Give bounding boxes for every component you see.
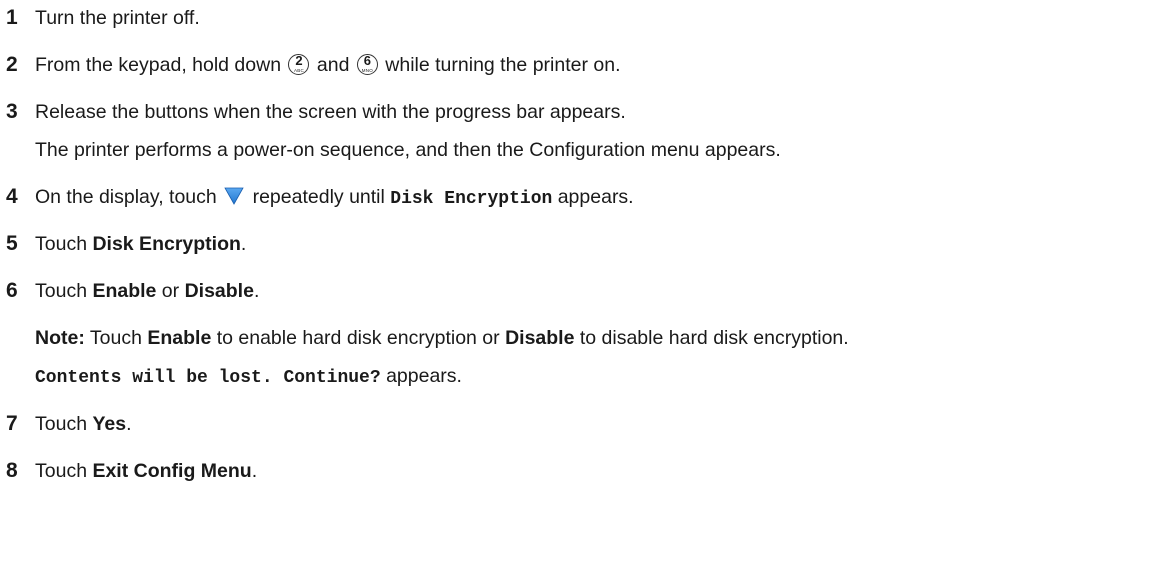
text-run: .	[240, 233, 247, 255]
key-letters: ABC	[294, 68, 304, 73]
step-number: 3	[6, 100, 18, 123]
text-run: Touch	[35, 280, 93, 302]
step-text: From the keypad, hold down 2 ABC and 6 MNO…	[35, 53, 621, 77]
keypad-6-icon: 6 MNO	[356, 53, 378, 75]
text-run: and	[311, 54, 355, 76]
text-run: appears.	[380, 365, 462, 387]
bold-term: Enable	[92, 280, 157, 302]
step-text: On the display, touch repeatedly until D…	[35, 185, 634, 211]
step-text: Touch Enable or Disable.	[35, 279, 259, 303]
keypad-2-icon: 2 ABC	[288, 53, 310, 75]
bold-term: Note:	[35, 327, 85, 349]
step-number: 6	[6, 279, 18, 302]
text-run: From the keypad, hold down	[35, 54, 287, 76]
step-number: 5	[6, 232, 18, 255]
text-run: repeatedly until	[247, 186, 391, 208]
bold-term: Yes	[92, 413, 127, 435]
step-number: 2	[6, 53, 18, 76]
text-run: Touch	[84, 327, 148, 349]
text-run: to disable hard disk encryption.	[574, 327, 849, 349]
display-message: Contents will be lost. Continue?	[35, 368, 381, 388]
key-letters: MNO	[361, 68, 373, 73]
key-digit: 6	[363, 53, 371, 68]
step-text: Touch Exit Config Menu.	[35, 459, 257, 483]
text-run: The printer performs a power-on sequence…	[35, 139, 781, 161]
key-digit: 2	[295, 53, 303, 68]
bold-term: Disable	[184, 280, 254, 302]
text-run: On the display, touch	[35, 186, 223, 208]
down-arrow-icon	[224, 187, 244, 205]
step-detail-text: Contents will be lost. Continue? appears…	[35, 364, 462, 390]
bold-term: Exit Config Menu	[92, 460, 252, 482]
step-text: Touch Yes.	[35, 412, 132, 436]
step-detail-text: Note: Touch Enable to enable hard disk e…	[35, 326, 849, 350]
text-run: Touch	[35, 413, 93, 435]
step-number: 8	[6, 459, 18, 482]
step-text: Release the buttons when the screen with…	[35, 100, 626, 124]
text-run: Turn the printer off.	[35, 7, 200, 29]
text-run: or	[156, 280, 185, 302]
text-run: while turning the printer on.	[379, 54, 621, 76]
text-run: .	[126, 413, 132, 435]
step-text: Turn the printer off.	[35, 6, 200, 30]
text-run: to enable hard disk encryption or	[211, 327, 506, 349]
bold-term: Disk Encryption	[92, 233, 241, 255]
bold-term: Enable	[147, 327, 212, 349]
step-text: Touch Disk Encryption.	[35, 232, 246, 256]
step-number: 1	[6, 6, 18, 29]
text-run: Touch	[35, 233, 93, 255]
step-number: 7	[6, 412, 18, 435]
step-detail-text: The printer performs a power-on sequence…	[35, 138, 781, 162]
text-run: .	[251, 460, 258, 482]
bold-term: Disable	[505, 327, 575, 349]
text-run: appears.	[552, 186, 634, 208]
text-run: Release the buttons when the screen with…	[35, 101, 626, 123]
text-run: Touch	[35, 460, 93, 482]
display-message: Disk Encryption	[390, 189, 553, 209]
text-run: .	[253, 280, 260, 302]
step-number: 4	[6, 185, 18, 208]
